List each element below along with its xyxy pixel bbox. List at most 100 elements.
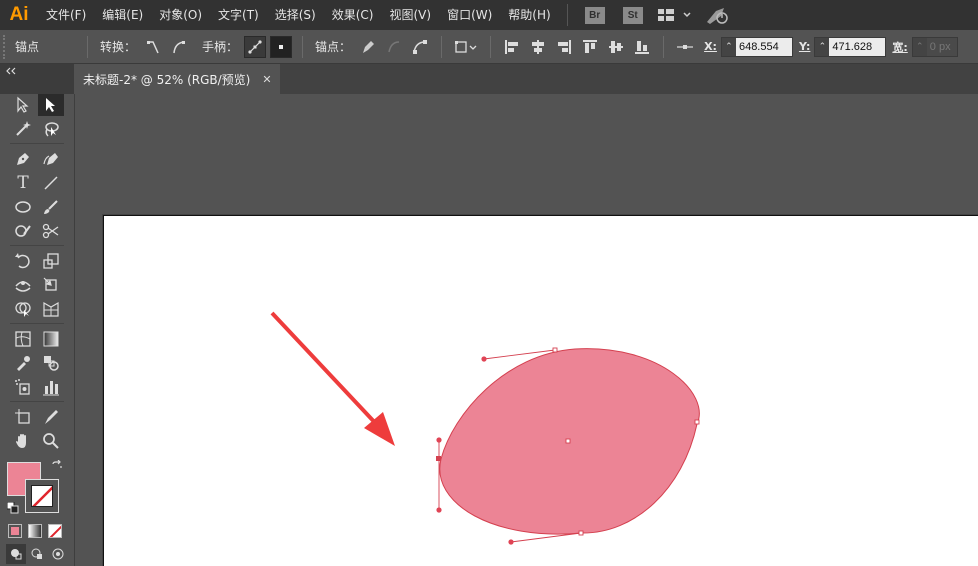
swap-fill-stroke-icon[interactable]	[51, 459, 63, 475]
x-value[interactable]: 648.554	[735, 37, 792, 56]
gradient-icon	[43, 331, 59, 347]
none-icon	[49, 525, 61, 537]
shaper-tool[interactable]	[10, 220, 36, 242]
convert-to-smooth-button[interactable]	[168, 36, 190, 58]
hand-tool[interactable]	[10, 430, 36, 452]
ellipse-tool[interactable]	[10, 196, 36, 218]
align-left-button[interactable]	[501, 36, 523, 58]
connect-anchor-button[interactable]	[383, 36, 405, 58]
pen-tool[interactable]	[10, 148, 36, 170]
menu-item-4[interactable]: 选择(S)	[267, 0, 324, 30]
menu-item-2[interactable]: 对象(O)	[151, 0, 210, 30]
slice-tool[interactable]	[38, 406, 64, 428]
isolate-button[interactable]	[452, 36, 480, 58]
magic-wand-tool[interactable]	[10, 118, 36, 140]
direct-selection-tool[interactable]	[38, 94, 64, 116]
artboard-icon	[15, 409, 30, 424]
tool-separator	[10, 245, 64, 246]
menu-item-5[interactable]: 效果(C)	[324, 0, 382, 30]
collapse-panel-icon[interactable]	[4, 66, 18, 76]
align-hcenter-button[interactable]	[527, 36, 549, 58]
menu-item-1[interactable]: 编辑(E)	[94, 0, 151, 30]
selection-tool[interactable]	[10, 94, 36, 116]
show-handles-button[interactable]	[244, 35, 267, 58]
width-stepper-icon[interactable]: ⌃	[913, 38, 927, 56]
rotate-tool[interactable]	[10, 250, 36, 272]
hide-handles-button[interactable]	[270, 35, 293, 58]
lasso-tool[interactable]	[38, 118, 64, 140]
align-right-button[interactable]	[553, 36, 575, 58]
y-coordinate-field[interactable]: ⌃ 471.628	[814, 36, 887, 57]
gpu-performance-icon[interactable]	[702, 4, 732, 26]
paintbrush-tool[interactable]	[38, 196, 64, 218]
align-top-button[interactable]	[579, 36, 601, 58]
gradient-mode-button[interactable]	[28, 524, 42, 538]
menu-item-0[interactable]: 文件(F)	[38, 0, 94, 30]
align-vcenter-button[interactable]	[605, 36, 627, 58]
type-tool[interactable]: T	[10, 172, 36, 194]
menu-item-3[interactable]: 文字(T)	[210, 0, 267, 30]
convert-to-corner-button[interactable]	[142, 36, 164, 58]
bridge-button[interactable]: Br	[584, 6, 605, 24]
menu-item-6[interactable]: 视图(V)	[381, 0, 439, 30]
gradient-tool[interactable]	[38, 328, 64, 350]
perspective-grid-tool[interactable]	[38, 298, 64, 320]
x-label: X:	[704, 40, 717, 53]
convert-label: 转换：	[100, 40, 137, 54]
draw-behind-button[interactable]	[27, 544, 47, 564]
shape-builder-tool[interactable]	[10, 298, 36, 320]
artboard-tool[interactable]	[10, 406, 36, 428]
reference-point-button[interactable]	[674, 36, 696, 58]
menu-items: 文件(F) 编辑(E) 对象(O) 文字(T) 选择(S) 效果(C) 视图(V) 窗口(W)…	[38, 0, 559, 30]
panel-grip[interactable]	[3, 34, 9, 59]
scissors-tool[interactable]	[38, 220, 64, 242]
show-handles-icon	[248, 39, 262, 54]
y-value[interactable]: 471.628	[829, 37, 886, 56]
width-value[interactable]: 0 px	[926, 37, 957, 56]
selected-anchor-point[interactable]	[436, 456, 441, 461]
scale-tool[interactable]	[38, 250, 64, 272]
color-mode-button[interactable]	[8, 524, 22, 538]
x-coordinate-field[interactable]: ⌃ 648.554	[720, 36, 793, 57]
toolbox-header[interactable]	[0, 64, 74, 94]
y-stepper-icon[interactable]: ⌃	[815, 38, 829, 56]
cut-path-button[interactable]	[409, 36, 431, 58]
eyedropper-tool[interactable]	[10, 352, 36, 374]
none-mode-button[interactable]	[48, 524, 62, 538]
width-tool[interactable]	[10, 274, 36, 296]
curvature-tool[interactable]	[38, 148, 64, 170]
pen-icon	[17, 153, 29, 165]
y-label: Y:	[798, 40, 811, 53]
shaper-icon	[15, 225, 31, 237]
toolbox-tools: T	[6, 94, 68, 566]
tool-separator	[10, 323, 64, 324]
mesh-tool[interactable]	[10, 328, 36, 350]
document-tab[interactable]: 未标题-2* @ 52% (RGB/预览) ✕	[74, 64, 280, 94]
workspace-layout-button[interactable]	[656, 4, 694, 26]
canvas-workspace[interactable]	[74, 94, 978, 566]
separator	[87, 35, 89, 58]
menu-item-7[interactable]: 窗口(W)	[439, 0, 500, 30]
toolbox: T	[0, 94, 74, 566]
x-stepper-icon[interactable]: ⌃	[722, 38, 736, 56]
remove-anchor-button[interactable]	[357, 36, 379, 58]
draw-inside-button[interactable]	[48, 544, 68, 564]
rocket-icon	[706, 8, 728, 24]
tool-separator	[10, 143, 64, 144]
symbol-sprayer-tool[interactable]	[10, 376, 36, 398]
stroke-swatch[interactable]	[25, 479, 59, 513]
width-field[interactable]: ⌃ 0 px	[911, 36, 958, 57]
blend-tool[interactable]	[38, 352, 64, 374]
align-bottom-button[interactable]	[631, 36, 653, 58]
default-fill-stroke-icon[interactable]	[6, 501, 19, 517]
column-graph-tool[interactable]	[38, 376, 64, 398]
menu-bar: Ai 文件(F) 编辑(E) 对象(O) 文字(T) 选择(S) 效果(C) 视图(V) 窗口…	[0, 0, 978, 30]
draw-normal-button[interactable]	[6, 544, 26, 564]
line-segment-tool[interactable]	[38, 172, 64, 194]
close-tab-icon[interactable]: ✕	[262, 73, 271, 86]
menu-item-8[interactable]: 帮助(H)	[500, 0, 558, 30]
zoom-tool[interactable]	[38, 430, 64, 452]
free-transform-tool[interactable]	[38, 274, 64, 296]
lasso-icon	[45, 122, 59, 137]
stock-button[interactable]: St	[622, 6, 643, 24]
